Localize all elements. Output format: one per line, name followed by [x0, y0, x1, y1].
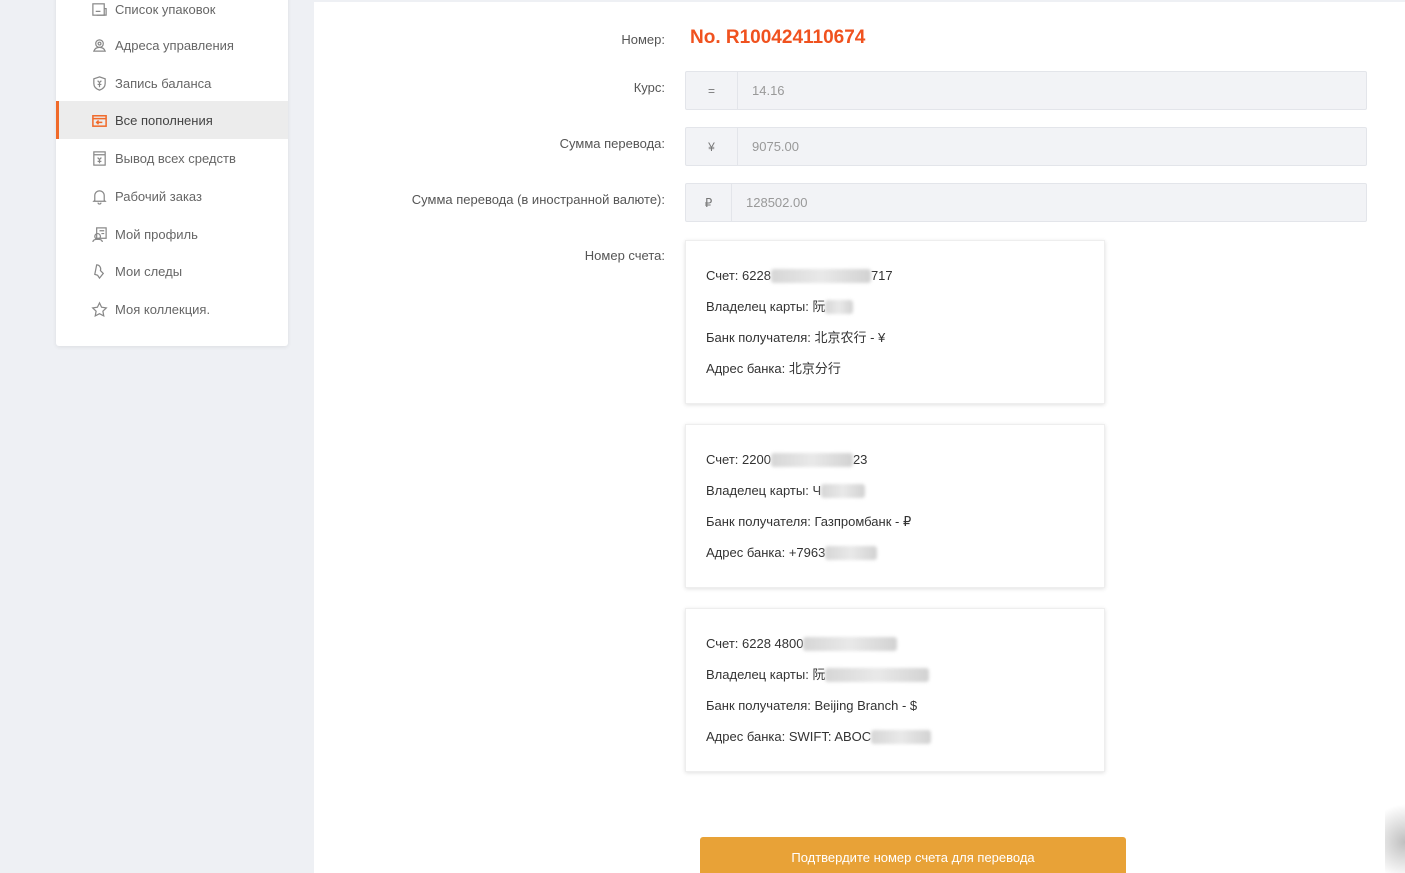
rate-field[interactable]: = 14.16	[685, 71, 1367, 110]
sidebar-item-footprints[interactable]: Мои следы	[56, 252, 288, 290]
sidebar-item-balance[interactable]: Запись баланса	[56, 64, 288, 102]
sidebar-item-label: Моя коллекция.	[115, 301, 211, 317]
sidebar-item-withdraw[interactable]: Вывод всех средств	[56, 139, 288, 177]
order-number: No. R100424110674	[690, 27, 866, 48]
rate-addon: =	[686, 72, 738, 109]
redacted-blur	[803, 637, 898, 651]
withdraw-icon	[90, 149, 108, 167]
bank-key: Банк получателя:	[706, 514, 811, 529]
address-key: Адрес банка:	[706, 729, 786, 744]
sidebar: Список упаковок Адреса управления Запись…	[56, 0, 288, 346]
sidebar-item-addresses[interactable]: Адреса управления	[56, 26, 288, 64]
account-end: 23	[852, 452, 868, 467]
sidebar-item-label: Вывод всех средств	[115, 150, 236, 166]
redacted-blur	[770, 453, 853, 467]
bank-address-line: Адрес банка: SWIFT: ABOC	[706, 728, 1104, 759]
bank-line: Банк получателя: 北京农行 - ¥	[706, 329, 1104, 360]
foreign-amount-field[interactable]: ₽ 128502.00	[685, 183, 1367, 222]
sidebar-item-label: Все пополнения	[115, 112, 213, 128]
rate-value[interactable]: 14.16	[738, 72, 1366, 109]
card-holder-line: Владелец карты: 阮	[706, 666, 1104, 697]
holder-visible: 阮	[812, 667, 826, 682]
sidebar-item-collection[interactable]: Моя коллекция.	[56, 290, 288, 328]
bank-value: Газпромбанк - ₽	[814, 514, 912, 529]
recharge-icon	[90, 111, 108, 129]
bank-address-line: Адрес банка: 北京分行	[706, 360, 1104, 391]
bank-key: Банк получателя:	[706, 698, 811, 713]
bank-key: Банк получателя:	[706, 330, 811, 345]
holder-key: Владелец карты:	[706, 483, 809, 498]
package-list-icon	[90, 0, 108, 18]
account-number-label: Номер счета:	[584, 248, 665, 263]
sidebar-item-label: Рабочий заказ	[115, 188, 202, 204]
sidebar-item-work-order[interactable]: Рабочий заказ	[56, 177, 288, 215]
footprint-icon	[90, 262, 108, 280]
sidebar-item-label: Запись баланса	[115, 75, 212, 91]
address-icon	[90, 36, 108, 54]
number-label: Номер:	[621, 32, 665, 47]
redacted-blur	[821, 484, 866, 498]
card-holder-line: Владелец карты: Ч	[706, 482, 1104, 513]
sidebar-item-profile[interactable]: Мой профиль	[56, 215, 288, 253]
sidebar-item-label: Список упаковок	[115, 1, 216, 17]
redacted-blur	[770, 269, 871, 283]
bank-value: Beijing Branch - $	[814, 698, 918, 713]
redacted-blur	[825, 546, 878, 560]
redacted-blur	[825, 668, 930, 682]
corner-shadow	[1385, 792, 1405, 873]
account-card[interactable]: Счет: 2200 23 Владелец карты: Ч Банк пол…	[685, 424, 1105, 588]
address-value: +7963	[788, 545, 826, 560]
confirm-account-button[interactable]: Подтвердите номер счета для перевода	[700, 837, 1126, 873]
account-key: Счет:	[706, 636, 739, 651]
bank-value: 北京农行 - ¥	[814, 330, 886, 345]
bank-address-line: Адрес банка: +7963	[706, 544, 1104, 575]
sidebar-item-all-recharges[interactable]: Все пополнения	[56, 101, 288, 139]
balance-icon	[90, 74, 108, 92]
foreign-amount-value[interactable]: 128502.00	[732, 184, 1366, 221]
holder-key: Владелец карты:	[706, 667, 809, 682]
profile-icon	[90, 225, 108, 243]
amount-value[interactable]: 9075.00	[738, 128, 1366, 165]
star-icon	[90, 300, 108, 318]
sidebar-item-package-list[interactable]: Список упаковок	[56, 0, 288, 28]
redacted-blur	[825, 300, 854, 314]
address-value: SWIFT: ABOC	[788, 729, 872, 744]
bank-line: Банк получателя: Beijing Branch - $	[706, 697, 1104, 728]
main-panel: Номер: No. R100424110674 Курс: = 14.16 С…	[314, 2, 1405, 873]
account-number-line: Счет: 6228 4800	[706, 635, 1104, 666]
amount-field[interactable]: ¥ 9075.00	[685, 127, 1367, 166]
account-start: 2200	[742, 452, 771, 467]
foreign-currency-addon: ₽	[686, 184, 732, 221]
account-card[interactable]: Счет: 6228 4800 Владелец карты: 阮 Банк п…	[685, 608, 1105, 772]
amount-currency-addon: ¥	[686, 128, 738, 165]
amount-label: Сумма перевода:	[559, 136, 665, 151]
account-start: 6228 4800	[742, 636, 804, 651]
holder-key: Владелец карты:	[706, 299, 809, 314]
holder-visible: Ч	[812, 483, 822, 498]
address-key: Адрес банка:	[706, 361, 786, 376]
account-number-line: Счет: 2200 23	[706, 451, 1104, 482]
sidebar-item-label: Мои следы	[115, 263, 183, 279]
sidebar-item-label: Адреса управления	[115, 37, 234, 53]
sidebar-item-label: Мой профиль	[115, 226, 198, 242]
account-key: Счет:	[706, 268, 739, 283]
account-start: 6228	[742, 268, 771, 283]
account-number-line: Счет: 6228 717	[706, 267, 1104, 298]
foreign-amount-label: Сумма перевода (в иностранной валюте):	[411, 192, 665, 207]
redacted-blur	[871, 730, 932, 744]
account-end: 717	[870, 268, 893, 283]
rate-label: Курс:	[633, 80, 665, 95]
holder-visible: 阮	[812, 299, 826, 314]
address-key: Адрес банка:	[706, 545, 786, 560]
card-holder-line: Владелец карты: 阮	[706, 298, 1104, 329]
account-key: Счет:	[706, 452, 739, 467]
bank-line: Банк получателя: Газпромбанк - ₽	[706, 513, 1104, 544]
bell-icon	[90, 187, 108, 205]
account-card[interactable]: Счет: 6228 717 Владелец карты: 阮 Банк по…	[685, 240, 1105, 404]
address-value: 北京分行	[788, 361, 841, 376]
